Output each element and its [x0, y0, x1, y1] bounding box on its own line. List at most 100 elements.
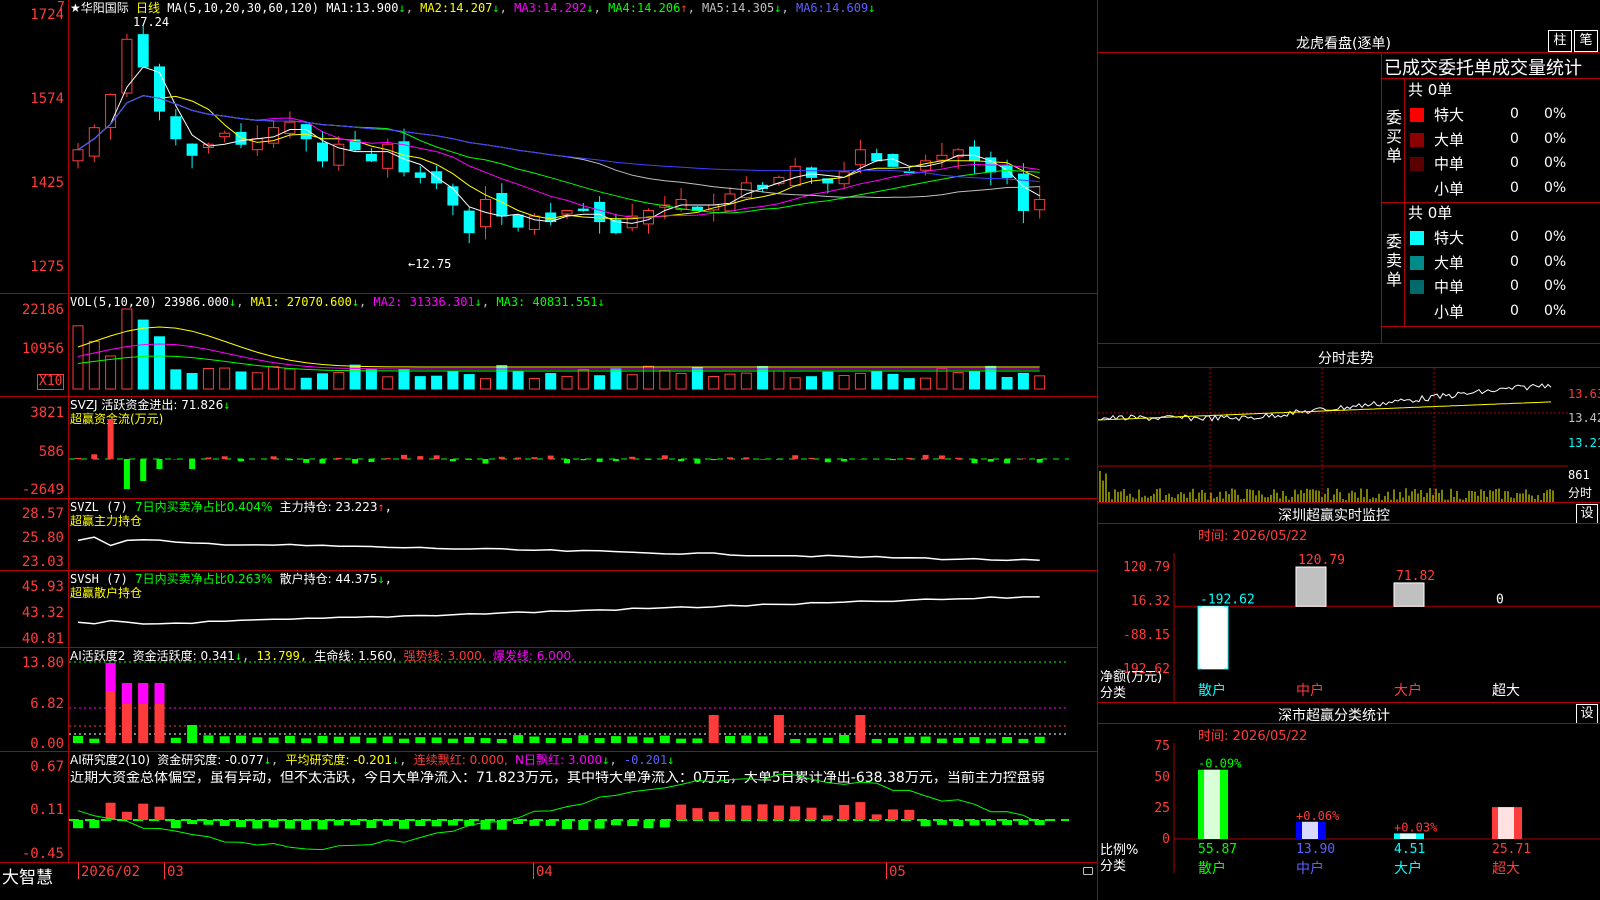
y-tick-label: 16.32: [1131, 594, 1170, 609]
flow-bar: [727, 457, 733, 459]
svzj-chart[interactable]: [69, 397, 1097, 498]
y-tick-label: 3821: [30, 405, 64, 421]
order-count: 0: [1510, 278, 1519, 294]
volume-bar: [512, 371, 524, 390]
buy-orders-label: 委买单: [1386, 108, 1403, 165]
activity-bar: [366, 737, 377, 743]
research-bar: [154, 806, 165, 820]
research-bar: [382, 820, 393, 826]
activity-bar: [333, 736, 344, 743]
price-tick: 13.21: [1568, 436, 1600, 450]
activity-bar: [284, 735, 295, 743]
order-percent: 0%: [1544, 253, 1567, 270]
order-size-label: 大单: [1434, 253, 1465, 272]
intraday-price-line: [1098, 383, 1552, 422]
svzj-panel[interactable]: SVZJ 活跃资金进出: 71.826↓ 超赢资金流(万元) 3821 586 …: [0, 397, 1097, 499]
research-bar: [447, 820, 458, 826]
activity-bar: [415, 737, 426, 743]
category-label: 大户: [1394, 682, 1422, 699]
order-size-swatch: [1410, 304, 1424, 319]
research-bar: [806, 807, 817, 820]
tick-view-button[interactable]: 笔: [1574, 30, 1598, 52]
research-bar: [121, 811, 132, 820]
order-count: 0: [1510, 229, 1519, 245]
flow-bar: [238, 459, 244, 462]
volume-bar: [170, 369, 182, 390]
y-tick-label: 23.03: [21, 554, 64, 570]
research-bar: [855, 802, 866, 820]
volume-bar: [920, 377, 932, 390]
svzl-panel[interactable]: SVZL (7) 7日内买卖净占比0.404% 主力持仓: 23.223↑, 超…: [0, 499, 1097, 571]
flow-bar: [792, 455, 799, 459]
volume-bar: [447, 371, 459, 390]
candlestick-chart[interactable]: [69, 0, 1097, 293]
sz-class-bar-chart[interactable]: 75 50 25 0 -0.09% 55.87 散户 +0.06% 13.90 中户 +0.03% 4…: [1098, 723, 1600, 900]
candle: [512, 214, 524, 228]
y-tick-label: 45.93: [21, 579, 64, 595]
sz-class-panel[interactable]: 深市超赢分类统计 设 时间: 2026/05/22 75 50 25 0 -0.09% 5…: [1098, 703, 1600, 900]
volume-panel[interactable]: VOL(5,10,20) 23986.000↓, MA1: 27070.600↓…: [0, 294, 1097, 397]
settings-button[interactable]: 设: [1576, 704, 1598, 724]
volume-bar: [561, 375, 573, 390]
order-percent: 0%: [1544, 106, 1567, 122]
intraday-panel[interactable]: 分时走势 13.63 13.42 13.21 861 分时: [1098, 344, 1600, 502]
settings-button[interactable]: 设: [1576, 504, 1598, 524]
candle: [561, 210, 573, 215]
svsh-chart[interactable]: [69, 571, 1097, 647]
longhu-title: 龙虎看盘(逐单): [1296, 36, 1391, 52]
flow-bar: [433, 455, 440, 459]
flow-bar: [303, 459, 310, 463]
volume-bar: [1034, 375, 1046, 390]
sz-monitor-bar-chart[interactable]: 120.7916.32-88.15-192.62-192.62散户120.79中…: [1098, 523, 1600, 702]
research-bar: [676, 804, 687, 820]
candle: [414, 172, 426, 178]
date-axis[interactable]: 大智慧 2026/02 03 04 05: [0, 863, 1097, 900]
candle: [806, 167, 817, 178]
order-percent: 0%: [1544, 155, 1567, 171]
volume-bar: [317, 373, 328, 390]
volume-bar: [838, 374, 850, 390]
volume-unit-badge: X10: [37, 374, 65, 390]
candle: [284, 121, 296, 134]
research-bar: [871, 814, 882, 820]
candle: [1001, 164, 1013, 178]
intraday-chart[interactable]: [1098, 368, 1568, 502]
flow-bar: [368, 459, 375, 463]
research-bar: [333, 820, 344, 826]
ai-activity-panel[interactable]: AI活跃度2 资金活跃度: 0.341↓, 13.799, 生命线: 1.560…: [0, 648, 1097, 752]
activity-bar: [839, 735, 850, 743]
axis-label: 分类: [1100, 686, 1127, 701]
research-bar: [888, 809, 898, 820]
order-size-label: 特大: [1434, 106, 1465, 124]
flow-bar: [466, 459, 473, 460]
y-tick-label: 75: [1154, 739, 1170, 754]
volume-bar: [952, 372, 964, 390]
brand-logo: 大智慧: [2, 868, 53, 888]
activity-bar: [252, 737, 263, 743]
flow-bar: [515, 457, 522, 459]
volume-bar: [528, 378, 540, 390]
candle: [871, 153, 883, 162]
ai-research-chart[interactable]: [69, 752, 1097, 862]
volume-chart[interactable]: [69, 294, 1097, 396]
volume-bar: [1017, 372, 1029, 390]
axis-label: 分类: [1100, 859, 1127, 874]
ai-activity-chart[interactable]: [69, 648, 1097, 751]
sz-monitor-panel[interactable]: 深圳超赢实时监控 设 时间: 2026/05/22 120.79 16.32 -88…: [1098, 503, 1600, 702]
price-panel[interactable]: 7 ★华阳国际 日线 MA(5,10,20,30,60,120) MA1:13.…: [0, 0, 1097, 294]
category-bar: [1393, 582, 1425, 607]
date-label: 2026/02: [81, 864, 141, 880]
activity-bar: [822, 737, 833, 743]
research-bar: [301, 820, 312, 830]
activity-bar-top: [154, 683, 165, 704]
ai-research-panel[interactable]: AI研究度2(10) 资金研究度: -0.077↓, 平均研究度: -0.201…: [0, 752, 1097, 863]
svzl-chart[interactable]: [69, 499, 1097, 570]
svsh-panel[interactable]: SVSH (7) 7日内买卖净占比0.263% 散户持仓: 44.375↓, 超…: [0, 571, 1097, 648]
candle: [170, 116, 182, 140]
date-label: 05: [889, 864, 906, 880]
category-bar: [1295, 566, 1327, 607]
change-label: +0.03%: [1394, 820, 1438, 834]
candle: [317, 142, 328, 162]
bar-view-button[interactable]: 柱: [1548, 30, 1572, 52]
ma5-line: [77, 95, 1040, 199]
